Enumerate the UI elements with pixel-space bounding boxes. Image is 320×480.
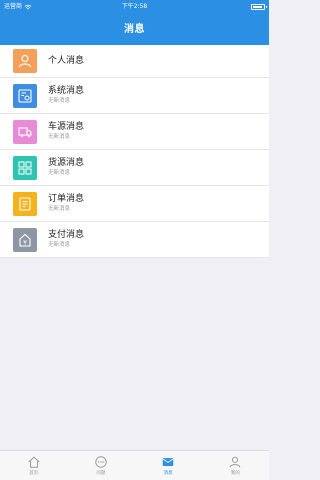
svg-text:¥: ¥ — [23, 239, 27, 246]
message-row-personal[interactable]: 个人消息 — [0, 45, 269, 78]
status-time: 下午2:58 — [121, 3, 148, 10]
tab-label: 首页 — [29, 471, 39, 476]
user-icon — [230, 456, 241, 468]
message-title: 货源消息 — [48, 158, 85, 168]
message-row-text: 系统消息 无新消息 — [48, 86, 84, 105]
tab-questions[interactable]: 问题 — [67, 451, 134, 480]
tab-label: 问题 — [96, 471, 106, 476]
message-subtitle: 无新消息 — [48, 98, 71, 104]
tab-home[interactable]: 首页 — [0, 451, 67, 480]
tab-me[interactable]: 我的 — [202, 451, 269, 480]
message-row-text: 货源消息 无新消息 — [48, 158, 84, 177]
message-title: 系统消息 — [48, 86, 85, 96]
battery-icon — [251, 4, 267, 10]
message-title: 支付消息 — [48, 230, 85, 240]
tab-label: 我的 — [230, 471, 240, 476]
system-icon — [13, 83, 37, 108]
message-subtitle: 无新消息 — [48, 206, 71, 212]
page-title: 消息 — [124, 24, 145, 35]
order-icon — [13, 191, 37, 216]
message-row-cargo[interactable]: 货源消息 无新消息 — [0, 150, 269, 186]
message-title: 订单消息 — [48, 194, 85, 204]
message-row-vehicle[interactable]: 车源消息 无新消息 — [0, 114, 269, 150]
message-row-payment[interactable]: ¥ 支付消息 无新消息 — [0, 222, 269, 258]
message-subtitle: 无新消息 — [48, 170, 71, 176]
cargo-icon — [13, 155, 37, 180]
message-row-text: 个人消息 — [48, 56, 84, 67]
message-subtitle: 无新消息 — [48, 242, 71, 248]
status-bar: 运营商 下午2:58 — [0, 0, 269, 14]
tab-messages[interactable]: 消息 — [135, 451, 202, 480]
message-row-text: 车源消息 无新消息 — [48, 122, 84, 141]
message-subtitle: 无新消息 — [48, 134, 71, 140]
message-icon — [162, 458, 174, 466]
message-title: 车源消息 — [48, 122, 85, 132]
message-row-text: 支付消息 无新消息 — [48, 230, 84, 249]
chat-icon — [95, 456, 107, 468]
header: 运营商 下午2:58 消息 — [0, 0, 269, 45]
message-row-system[interactable]: 系统消息 无新消息 — [0, 78, 269, 114]
tab-bar: 首页 问题 消息 我的 — [0, 450, 269, 480]
tab-label: 消息 — [163, 471, 173, 476]
message-row-text: 订单消息 无新消息 — [48, 194, 84, 213]
payment-icon: ¥ — [13, 227, 37, 252]
home-icon — [28, 456, 40, 468]
person-icon — [13, 49, 37, 73]
message-row-order[interactable]: 订单消息 无新消息 — [0, 186, 269, 222]
app-root: 运营商 下午2:58 消息 个人消息 系统消息 无新消息 车源消息 无新消息 货… — [0, 0, 269, 480]
message-list: 个人消息 系统消息 无新消息 车源消息 无新消息 货源消息 无新消息 订单消息 … — [0, 45, 269, 258]
truck-icon — [13, 119, 37, 144]
message-title: 个人消息 — [48, 55, 85, 66]
